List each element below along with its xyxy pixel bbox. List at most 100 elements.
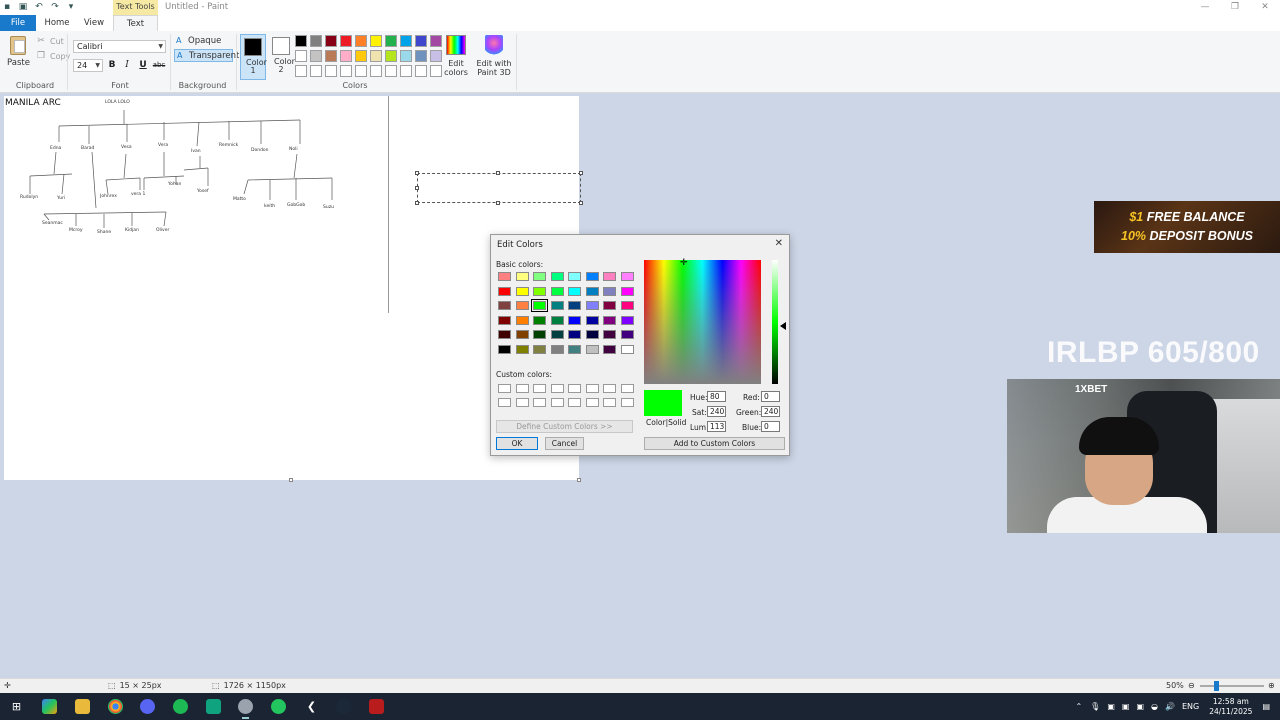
custom-color-swatch[interactable] [515, 398, 529, 407]
custom-color-swatch[interactable] [603, 384, 616, 393]
palette-swatch[interactable] [340, 65, 352, 77]
basic-color-swatch[interactable] [585, 344, 599, 354]
custom-color-swatch[interactable] [533, 398, 546, 407]
basic-color-swatch[interactable] [550, 272, 564, 281]
palette-swatch[interactable] [400, 35, 412, 47]
basic-color-swatch[interactable] [515, 286, 529, 296]
tray-app-icon[interactable]: ▣ [1122, 702, 1130, 711]
close-window-button[interactable]: ✕ [1250, 0, 1280, 15]
basic-color-swatch[interactable] [550, 330, 564, 339]
custom-color-swatch[interactable] [620, 398, 634, 407]
basic-color-swatch[interactable] [585, 272, 599, 281]
basic-color-swatch[interactable] [620, 330, 634, 339]
palette-swatch[interactable] [370, 35, 382, 47]
font-family-select[interactable]: Calibri ▼ [73, 40, 166, 53]
custom-color-swatch[interactable] [550, 384, 564, 393]
font-size-select[interactable]: 24 ▼ [73, 59, 103, 72]
resize-handle[interactable] [496, 201, 500, 205]
tab-home[interactable]: Home [40, 15, 74, 31]
canvas-resize-handle[interactable] [577, 478, 581, 482]
basic-color-swatch[interactable] [515, 344, 529, 354]
basic-color-swatch[interactable] [550, 286, 564, 296]
language-indicator[interactable]: ENG [1182, 702, 1199, 711]
custom-color-swatch[interactable] [620, 384, 634, 393]
strikethrough-button[interactable]: abc [152, 59, 166, 72]
undo-icon[interactable]: ↶ [34, 2, 44, 12]
palette-swatch[interactable] [430, 65, 442, 77]
spotify-icon[interactable] [173, 699, 188, 714]
basic-color-swatch[interactable] [603, 315, 616, 325]
custom-color-swatch[interactable] [533, 384, 546, 393]
dota-icon[interactable] [369, 699, 384, 714]
basic-color-swatch[interactable] [603, 330, 616, 339]
color2-button[interactable]: Color 2 [268, 34, 295, 80]
basic-color-swatch[interactable] [533, 286, 546, 296]
network-icon[interactable]: ◒ [1151, 702, 1158, 711]
minimize-button[interactable]: — [1190, 0, 1220, 15]
canvas-resize-handle[interactable] [289, 478, 293, 482]
notifications-icon[interactable]: ▤ [1262, 702, 1270, 711]
discord-icon[interactable] [140, 699, 155, 714]
transparent-option[interactable]: A Transparent [174, 49, 239, 62]
basic-color-swatch[interactable] [568, 315, 581, 325]
opaque-option[interactable]: A Opaque [174, 35, 232, 48]
basic-color-swatch[interactable] [515, 301, 529, 310]
capcut-icon[interactable]: ❮ [304, 699, 319, 714]
basic-color-swatch[interactable] [620, 286, 634, 296]
custom-color-swatch[interactable] [585, 384, 599, 393]
restore-button[interactable]: ❐ [1220, 0, 1250, 15]
basic-color-swatch[interactable] [568, 330, 581, 339]
custom-color-swatch[interactable] [568, 384, 581, 393]
tray-app-icon[interactable]: ▣ [1107, 702, 1115, 711]
basic-color-swatch[interactable] [603, 286, 616, 296]
basic-color-swatch[interactable] [620, 301, 634, 310]
palette-swatch[interactable] [400, 65, 412, 77]
luminosity-arrow-icon[interactable] [780, 322, 786, 330]
customize-qat-icon[interactable]: ▾ [66, 2, 76, 12]
palette-swatch[interactable] [295, 50, 307, 62]
resize-handle[interactable] [415, 171, 419, 175]
basic-color-swatch[interactable] [533, 344, 546, 354]
basic-color-swatch[interactable] [568, 301, 581, 310]
lum-field[interactable]: 113 [707, 421, 726, 432]
bold-button[interactable]: B [106, 59, 118, 72]
palette-swatch[interactable] [340, 35, 352, 47]
basic-color-swatch[interactable] [585, 301, 599, 310]
palette-swatch[interactable] [310, 35, 322, 47]
color-spectrum[interactable]: ✛ [644, 259, 761, 384]
basic-color-swatch[interactable] [620, 272, 634, 281]
microphone-icon[interactable]: 🎙 [1090, 702, 1100, 711]
palette-swatch[interactable] [325, 50, 337, 62]
basic-color-swatch[interactable] [498, 315, 511, 325]
palette-swatch[interactable] [310, 50, 322, 62]
basic-color-swatch[interactable] [620, 315, 634, 325]
basic-color-swatch[interactable] [550, 344, 564, 354]
basic-color-swatch[interactable] [533, 330, 546, 339]
paint-app-icon[interactable]: ▪ [2, 2, 12, 12]
resize-handle[interactable] [415, 186, 419, 190]
resize-handle[interactable] [579, 201, 583, 205]
basic-color-swatch[interactable] [585, 330, 599, 339]
green-field[interactable]: 240 [761, 406, 780, 417]
text-box-selection[interactable] [415, 171, 583, 205]
palette-swatch[interactable] [415, 50, 427, 62]
palette-swatch[interactable] [415, 35, 427, 47]
palette-swatch[interactable] [385, 65, 397, 77]
copy-button[interactable]: ❐ Copy [36, 51, 70, 61]
basic-color-swatch[interactable] [550, 315, 564, 325]
basic-color-swatch[interactable] [585, 315, 599, 325]
show-hidden-icons-icon[interactable]: ⌃ [1075, 702, 1082, 711]
palette-swatch[interactable] [385, 35, 397, 47]
custom-color-swatch[interactable] [585, 398, 599, 407]
zoom-slider[interactable] [1200, 685, 1264, 687]
underline-button[interactable]: U [137, 59, 149, 72]
palette-swatch[interactable] [370, 50, 382, 62]
volume-icon[interactable]: 🔊 [1165, 702, 1175, 711]
basic-color-swatch[interactable] [515, 272, 529, 281]
palette-swatch[interactable] [295, 35, 307, 47]
red-field[interactable]: 0 [761, 391, 780, 402]
palette-swatch[interactable] [400, 50, 412, 62]
zoom-in-icon[interactable]: ⊕ [1268, 681, 1275, 690]
tab-file[interactable]: File [0, 15, 36, 31]
cut-button[interactable]: ✂ Cut [36, 36, 64, 46]
